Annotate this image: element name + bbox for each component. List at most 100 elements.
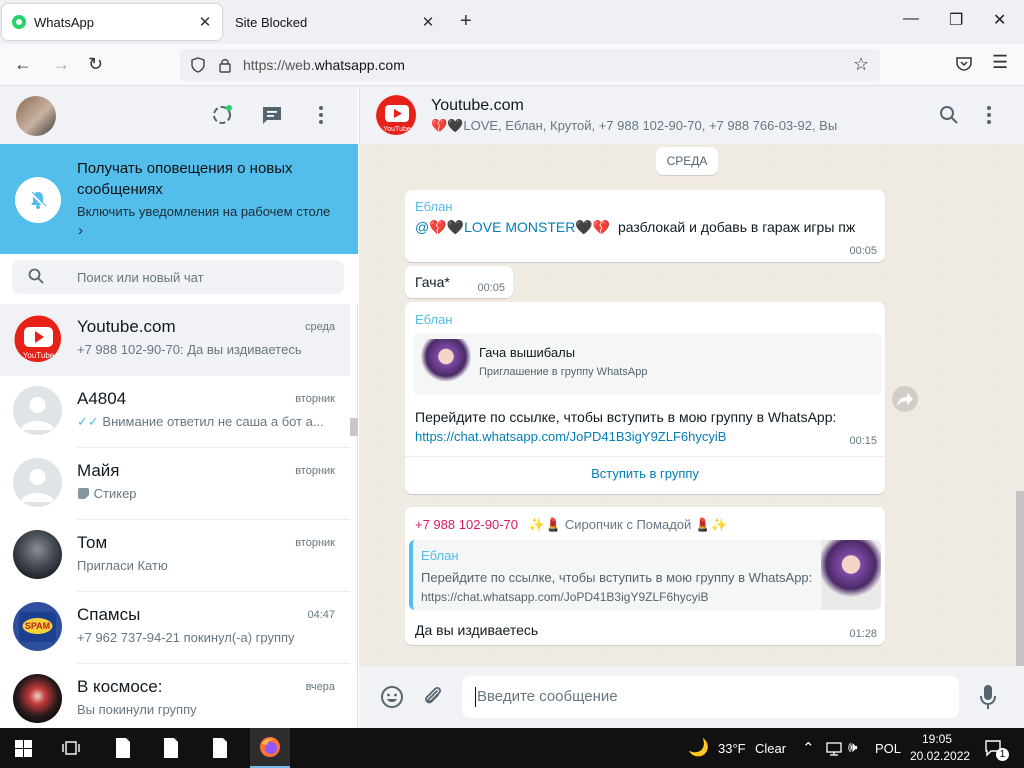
chat-time: вторник [295, 537, 335, 549]
clock-time[interactable]: 19:05 [922, 732, 952, 746]
chat-item-maya[interactable]: Майя вторник Стикер [0, 448, 350, 520]
chat-name: A4804 [77, 389, 127, 408]
windows-start-icon[interactable] [15, 740, 32, 757]
chat-name: Youtube.com [77, 317, 176, 336]
sidebar-scrollbar[interactable] [350, 418, 358, 436]
firefox-taskbar-button[interactable] [250, 728, 290, 768]
message-time: 01:28 [849, 628, 877, 640]
svg-text:SPAM: SPAM [25, 621, 50, 631]
tom-avatar [13, 530, 62, 579]
black-heart-icon: 🖤 [446, 219, 465, 235]
tab-label: Site Blocked [235, 14, 308, 30]
message-bubble[interactable]: Гача* 00:05 [405, 266, 513, 298]
weather-label[interactable]: Clear [755, 741, 786, 756]
url-text: https://web.whatsapp.com [243, 57, 405, 73]
chat-item-youtube[interactable]: YouTube Youtube.com среда +7 988 102-90-… [0, 304, 350, 376]
file-icon[interactable] [163, 737, 179, 759]
join-group-button[interactable]: Вступить в группу [405, 466, 885, 481]
address-bar[interactable]: https://web.whatsapp.com ☆ [180, 49, 880, 81]
maximize-icon[interactable]: ❐ [949, 10, 963, 30]
chat-item-v-kosmose[interactable]: В космосе: вчера Вы покинули группу [0, 664, 350, 736]
search-icon [28, 268, 44, 284]
new-chat-icon[interactable] [261, 105, 283, 125]
bookmark-star-icon[interactable]: ☆ [853, 54, 869, 75]
close-tab-icon[interactable]: ✕ [196, 13, 214, 31]
task-view-icon[interactable] [62, 739, 80, 757]
emoji-icon[interactable] [380, 685, 404, 709]
shield-icon [191, 57, 205, 73]
lock-icon [219, 59, 231, 73]
more-options-icon[interactable] [986, 105, 992, 125]
message-sender[interactable]: +7 988 102-90-70 [415, 517, 518, 532]
message-text: Да вы издиваетесь [415, 622, 539, 638]
message-bubble[interactable]: Еблан @💔🖤LOVE MONSTER🖤💔 разблокай и доба… [405, 190, 885, 262]
weather-temp[interactable]: 33°F [718, 741, 746, 756]
browser-tabbar: WhatsApp ✕ Site Blocked ✕ + — ❐ ✕ [0, 0, 1024, 44]
chat-time: среда [304, 321, 335, 333]
status-icon[interactable] [211, 104, 233, 126]
chat-time: вчера [305, 681, 335, 693]
message-sender[interactable]: Еблан [415, 199, 453, 214]
tab-whatsapp[interactable]: WhatsApp ✕ [2, 4, 222, 40]
chat-name: В космосе: [77, 677, 163, 696]
chat-name: Том [77, 533, 108, 552]
more-options-icon[interactable] [318, 105, 324, 125]
reply-message-bubble[interactable]: +7 988 102-90-70 ✨💄 Сиропчик с Помадой 💄… [405, 507, 885, 645]
message-input[interactable]: Введите сообщение [462, 676, 959, 718]
notification-title: Получать оповещения о новых сообщениях [77, 160, 293, 198]
chat-last-message: ✓✓ Внимание ответил не саша а бот а... [77, 414, 324, 429]
microphone-icon[interactable] [979, 684, 997, 710]
chat-last-message: Стикер [77, 486, 332, 501]
notification-subtitle[interactable]: Включить уведомления на рабочем столе [77, 204, 330, 219]
bell-off-icon [15, 177, 61, 223]
forward-icon[interactable] [892, 386, 918, 412]
volume-icon[interactable]: 🕪 [848, 739, 857, 756]
file-icon[interactable] [115, 737, 131, 759]
search-icon[interactable] [939, 105, 959, 125]
attach-icon[interactable] [421, 685, 445, 709]
message-time: 00:05 [849, 245, 877, 257]
forward-icon[interactable]: → [52, 54, 70, 75]
chat-item-a4804[interactable]: A4804 вторник ✓✓ Внимание ответил не саш… [0, 376, 350, 448]
close-window-icon[interactable]: ✕ [993, 10, 1006, 30]
invite-link[interactable]: https://chat.whatsapp.com/JoPD41B3igY9ZL… [415, 429, 726, 444]
message-text: @💔🖤LOVE MONSTER🖤💔 разблокай и добавь в г… [415, 219, 856, 235]
conversation-title: Youtube.com [431, 97, 524, 114]
clock-date[interactable]: 20.02.2022 [910, 749, 970, 763]
invite-title: Гача вышибалы [479, 345, 576, 360]
search-input[interactable]: Поиск или новый чат [12, 260, 344, 294]
file-icon[interactable] [212, 737, 228, 759]
chat-item-tom[interactable]: Том вторник Пригласи Катю [0, 520, 350, 592]
chevron-up-icon[interactable]: ⌃ [802, 739, 815, 757]
invite-card[interactable]: Гача вышибалы Приглашение в группу Whats… [413, 333, 881, 395]
menu-icon[interactable]: ☰ [992, 52, 1008, 73]
youtube-avatar[interactable]: YouTube [375, 94, 417, 136]
close-tab-icon[interactable]: ✕ [419, 13, 437, 31]
reload-icon[interactable]: ↻ [88, 54, 103, 75]
notification-banner[interactable]: Получать оповещения о новых сообщениях В… [0, 144, 358, 254]
invite-message-bubble[interactable]: Еблан Гача вышибалы Приглашение в группу… [405, 302, 885, 494]
back-icon[interactable]: ← [14, 54, 32, 75]
moon-icon[interactable]: 🌙 [688, 738, 709, 758]
network-icon[interactable] [826, 740, 842, 756]
conversation-participants: 💔🖤LOVE, Еблан, Крутой, +7 988 102-90-70,… [431, 118, 838, 133]
new-tab-icon[interactable]: + [460, 10, 472, 33]
broken-heart-icon: 💔 [431, 118, 448, 133]
message-sender[interactable]: Еблан [415, 312, 453, 327]
conversation-header[interactable]: YouTube Youtube.com 💔🖤LOVE, Еблан, Круто… [359, 86, 1024, 144]
chat-item-spamsy[interactable]: SPAM Спамсы 04:47 +7 962 737-94-21 покин… [0, 592, 350, 664]
minimize-icon[interactable]: — [903, 10, 919, 28]
chat-last-message: Пригласи Катю [77, 558, 168, 573]
black-heart-icon: 🖤 [575, 219, 593, 235]
text-caret [475, 687, 476, 707]
browser-navbar: ← → ↻ https://web.whatsapp.com ☆ ☰ [0, 44, 1024, 86]
space-avatar [13, 674, 62, 723]
pocket-icon[interactable] [955, 56, 973, 72]
tab-site-blocked[interactable]: Site Blocked ✕ [225, 4, 445, 40]
quoted-message[interactable]: Еблан Перейдите по ссылке, чтобы вступит… [409, 540, 881, 610]
notification-count: 1 [996, 748, 1009, 761]
my-avatar[interactable] [16, 96, 56, 136]
keyboard-language[interactable]: POL [875, 741, 901, 756]
conversation-scrollbar[interactable] [1016, 491, 1024, 666]
chevron-right-icon[interactable]: › [78, 222, 83, 239]
